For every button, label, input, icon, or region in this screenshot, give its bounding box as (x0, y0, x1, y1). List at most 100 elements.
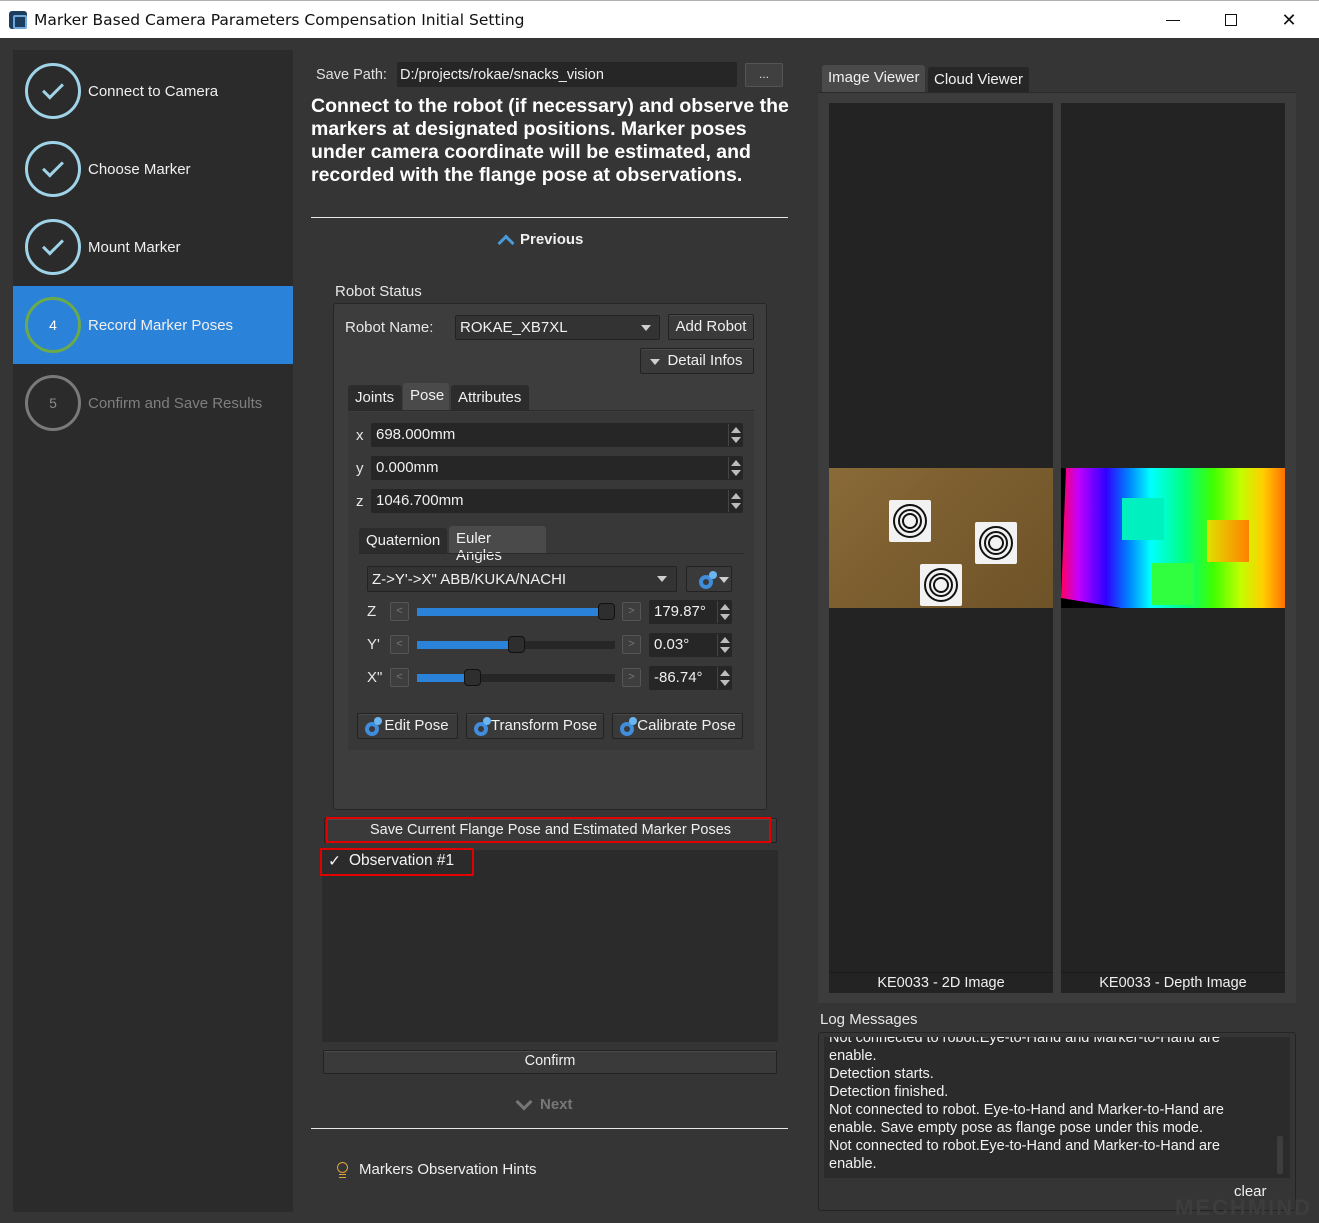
save-path-label: Save Path: (316, 67, 387, 83)
slider-handle[interactable] (464, 669, 481, 686)
check-icon (42, 233, 64, 256)
y-label: y (356, 460, 364, 477)
confirm-button[interactable]: Confirm (323, 1050, 777, 1074)
chevron-down-icon (641, 325, 651, 331)
step-connect-to-camera[interactable]: Connect to Camera (13, 52, 293, 130)
step-instructions: Connect to the robot (if necessary) and … (311, 95, 789, 186)
z-position-field[interactable]: 1046.700mm (371, 489, 743, 513)
step-label: Record Marker Poses (88, 316, 234, 334)
spin-arrows-icon[interactable] (728, 490, 742, 512)
gear-small-icon (483, 717, 491, 725)
tab-cloud-viewer[interactable]: Cloud Viewer (928, 67, 1029, 92)
transform-pose-button[interactable]: Transform Pose (466, 713, 604, 739)
spin-arrows-icon[interactable] (717, 601, 731, 623)
image-caption-depth: KE0033 - Depth Image (1061, 972, 1285, 993)
step-label: Connect to Camera (88, 82, 219, 100)
calibrate-pose-button[interactable]: Calibrate Pose (612, 713, 743, 739)
marker-board (920, 564, 962, 606)
robot-name-label: Robot Name: (345, 319, 434, 336)
increment-button[interactable]: > (622, 635, 641, 654)
euler-axis-label: X" (367, 669, 383, 686)
spin-arrows-icon[interactable] (717, 634, 731, 656)
euler-convention-select[interactable]: Z->Y'->X" ABB/KUKA/NACHI (367, 566, 677, 592)
divider (311, 1128, 788, 1129)
increment-button[interactable]: > (622, 668, 641, 687)
euler-slider[interactable] (417, 669, 615, 686)
decrement-button[interactable]: < (390, 668, 409, 687)
depth-image (1061, 468, 1285, 608)
log-messages-area[interactable]: Not connected to robot.Eye-to-Hand and M… (824, 1037, 1290, 1178)
transform-pose-label: Transform Pose (490, 717, 598, 734)
close-button[interactable]: ✕ (1260, 1, 1318, 39)
next-button[interactable]: Next (515, 1093, 573, 1113)
chevron-down-icon (515, 1093, 533, 1110)
tab-image-viewer[interactable]: Image Viewer (822, 65, 926, 92)
decrement-button[interactable]: < (390, 602, 409, 621)
step-record-marker-poses[interactable]: 4 Record Marker Poses (13, 286, 293, 364)
z-label: z (356, 493, 364, 510)
observation-label: Observation #1 (349, 852, 455, 869)
slider-handle[interactable] (598, 603, 615, 620)
euler-slider[interactable] (417, 603, 615, 620)
window-title: Marker Based Camera Parameters Compensat… (34, 11, 525, 29)
tab-euler-angles[interactable]: Euler Angles (449, 526, 546, 564)
image-panel-2d[interactable]: KE0033 - 2D Image (829, 103, 1053, 993)
log-line: Not connected to robot.Eye-to-Hand and M… (829, 1037, 1220, 1064)
tab-attributes[interactable]: Attributes (451, 385, 529, 411)
euler-angle-value: 0.03° (654, 636, 690, 653)
euler-angle-field[interactable]: 0.03° (649, 633, 732, 657)
step-label: Mount Marker (88, 238, 181, 256)
chevron-down-icon (657, 576, 667, 582)
euler-angle-field[interactable]: 179.87° (649, 600, 732, 624)
browse-button[interactable]: ... (745, 63, 783, 87)
step-confirm-and-save-results[interactable]: 5 Confirm and Save Results (13, 364, 293, 442)
increment-button[interactable]: > (622, 602, 641, 621)
log-scrollbar[interactable] (1277, 1136, 1283, 1174)
divider (311, 217, 788, 218)
slider-fill (417, 608, 606, 616)
lightbulb-icon (333, 1159, 351, 1179)
tab-pose[interactable]: Pose (403, 383, 449, 411)
y-position-field[interactable]: 0.000mm (371, 456, 743, 480)
maximize-button[interactable] (1202, 1, 1260, 39)
next-label: Next (540, 1096, 573, 1113)
2d-image (829, 468, 1053, 608)
x-value: 698.000mm (376, 426, 456, 443)
spin-arrows-icon[interactable] (717, 667, 731, 689)
marker-depth-region (1152, 563, 1194, 605)
image-panel-depth[interactable]: KE0033 - Depth Image (1061, 103, 1285, 993)
step-status-circle (25, 63, 81, 119)
slider-handle[interactable] (508, 636, 525, 653)
save-flange-and-marker-poses-button[interactable]: Save Current Flange Pose and Estimated M… (324, 818, 777, 843)
euler-angle-value: -86.74° (654, 669, 703, 686)
step-mount-marker[interactable]: Mount Marker (13, 208, 293, 286)
previous-button[interactable]: Previous (497, 230, 583, 252)
spin-arrows-icon[interactable] (728, 424, 742, 446)
image-caption-2d: KE0033 - 2D Image (829, 972, 1053, 993)
check-icon: ✓ (328, 853, 341, 870)
save-path-input[interactable]: D:/projects/rokae/snacks_vision (397, 62, 737, 87)
log-line: Not connected to robot.Eye-to-Hand and M… (829, 1138, 1220, 1172)
add-robot-button[interactable]: Add Robot (668, 314, 754, 340)
markers-observation-hints-link[interactable]: Markers Observation Hints (333, 1159, 537, 1179)
slider-fill (417, 641, 516, 649)
spin-arrows-icon[interactable] (728, 457, 742, 479)
x-position-field[interactable]: 698.000mm (371, 423, 743, 447)
minimize-button[interactable] (1144, 1, 1202, 39)
tab-quaternion[interactable]: Quaternion (359, 528, 447, 554)
tab-divider (348, 410, 754, 411)
chevron-up-icon (497, 234, 515, 252)
step-choose-marker[interactable]: Choose Marker (13, 130, 293, 208)
euler-slider[interactable] (417, 636, 615, 653)
edit-pose-button[interactable]: Edit Pose (357, 713, 458, 739)
robot-name-select[interactable]: ROKAE_XB7XL (455, 315, 660, 340)
euler-axis-label: Z (367, 603, 377, 620)
detail-infos-button[interactable]: Detail Infos (640, 348, 754, 374)
calibrate-pose-label: Calibrate Pose (637, 717, 736, 734)
euler-angle-field[interactable]: -86.74° (649, 666, 732, 690)
euler-settings-button[interactable] (686, 566, 732, 592)
decrement-button[interactable]: < (390, 635, 409, 654)
log-line: Detection starts. (829, 1066, 934, 1082)
tab-joints[interactable]: Joints (348, 385, 402, 411)
observation-item[interactable]: ✓ Observation #1 (328, 852, 454, 871)
